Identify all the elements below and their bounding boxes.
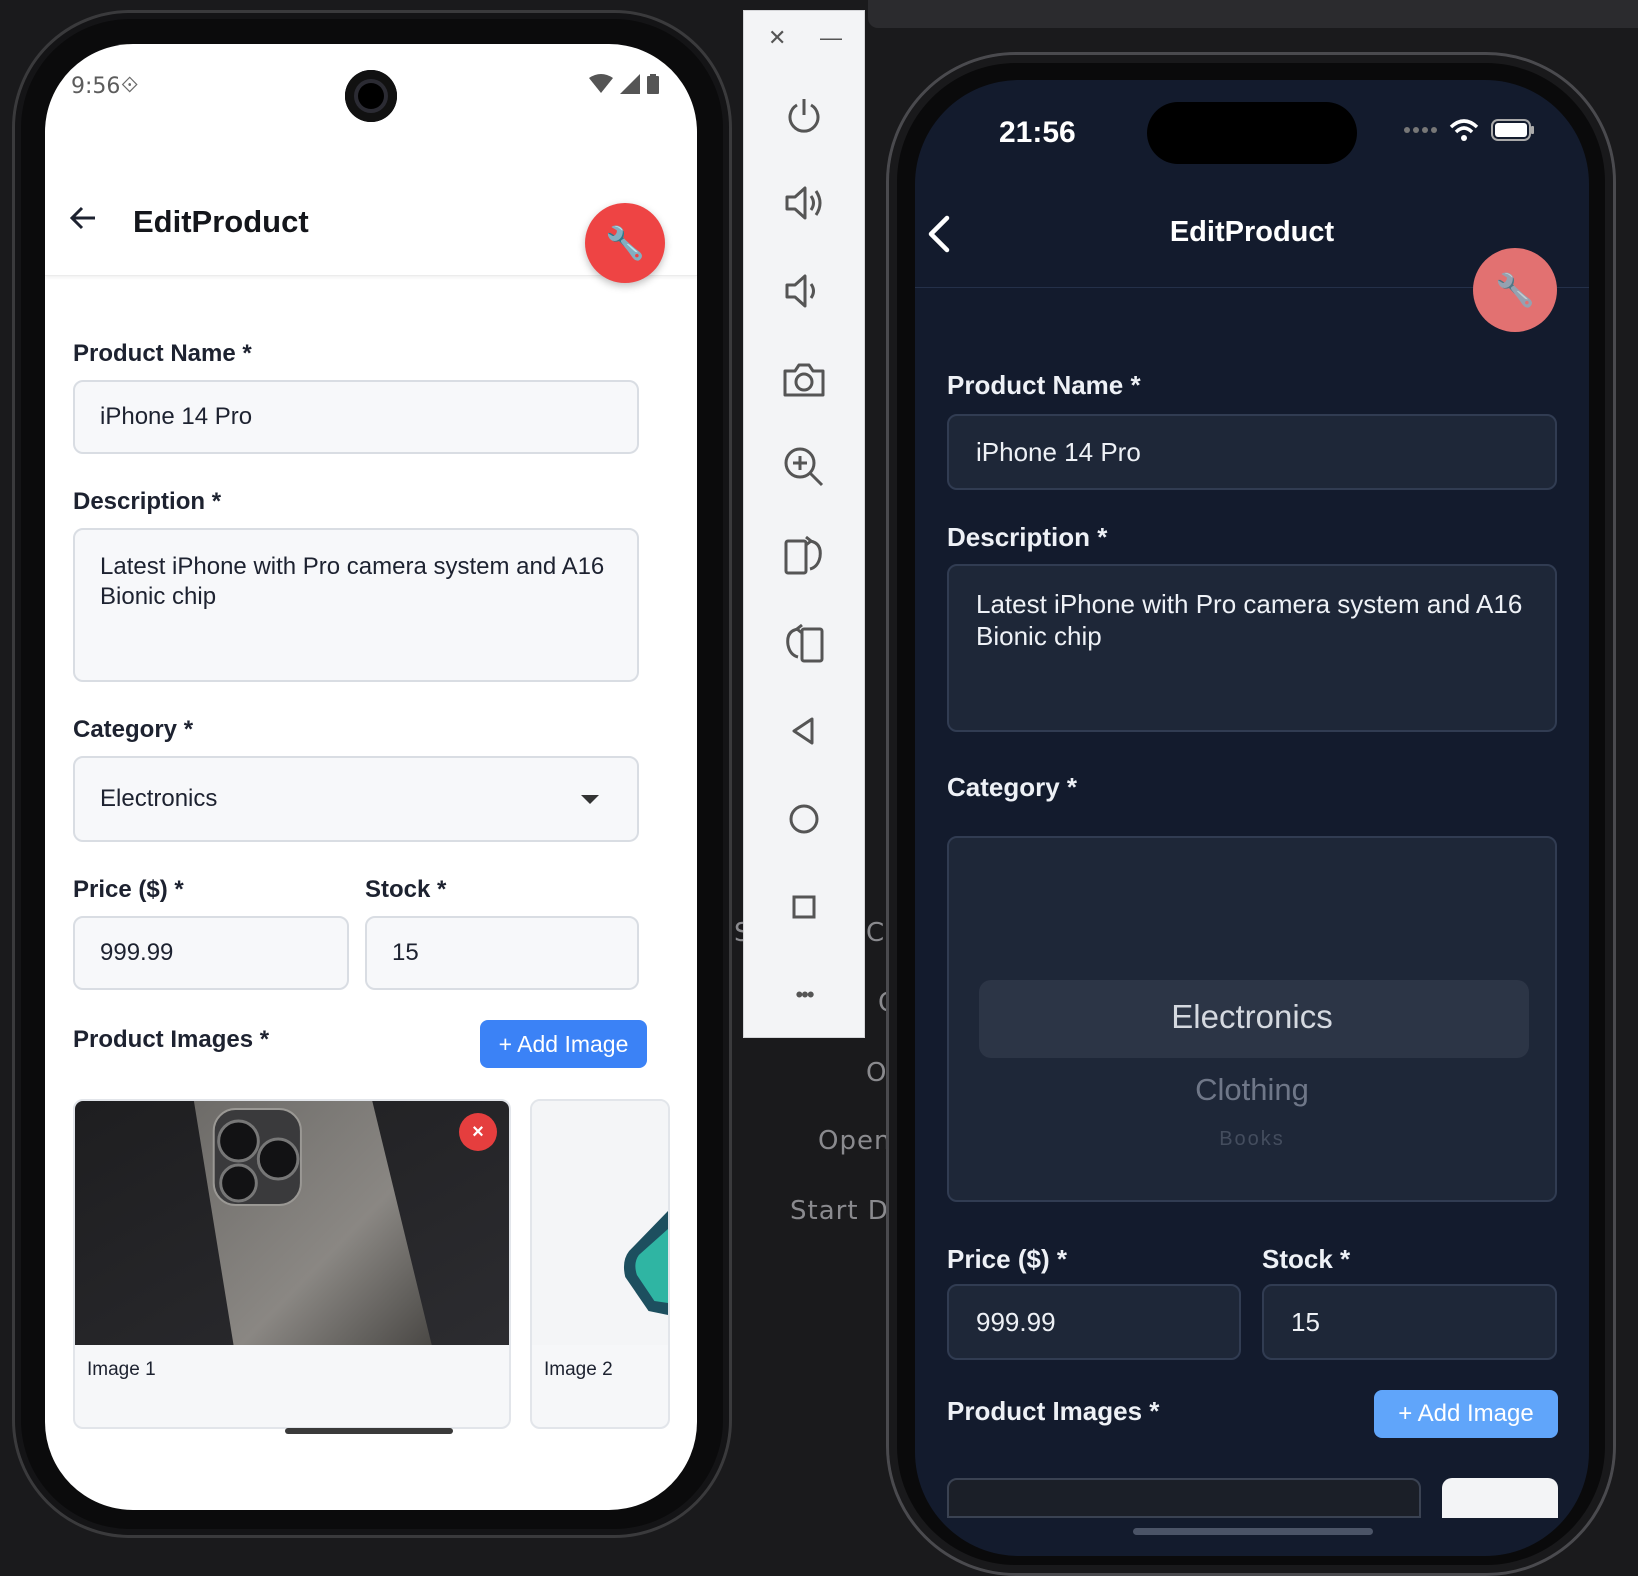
wifi-icon: [589, 74, 613, 93]
wrench-fab-button[interactable]: 🔧: [1473, 248, 1557, 332]
add-image-button[interactable]: + Add Image: [480, 1020, 647, 1068]
page-title: EditProduct: [133, 204, 309, 239]
description-textarea[interactable]: Latest iPhone with Pro camera system and…: [947, 564, 1557, 732]
volume-up-icon[interactable]: [778, 177, 830, 229]
back-arrow-icon[interactable]: [69, 204, 97, 237]
signal-dots-icon: [1404, 127, 1437, 133]
status-icons: [1403, 118, 1535, 142]
image-card: [1442, 1478, 1558, 1518]
image-label: Image 2: [544, 1359, 613, 1380]
background-text: Open: [818, 1126, 892, 1156]
more-icon[interactable]: •••: [778, 969, 830, 1021]
dynamic-island: [1147, 102, 1357, 164]
home-icon[interactable]: [778, 793, 830, 845]
status-time: 21:56: [999, 116, 1076, 149]
category-selected-value: Electronics: [100, 785, 218, 812]
price-input[interactable]: 999.99: [73, 916, 349, 990]
close-icon[interactable]: ✕: [768, 25, 786, 51]
price-label: Price ($) *: [947, 1244, 1067, 1274]
category-label: Category *: [73, 716, 194, 743]
android-status-bar: 9:56 ⟐: [45, 44, 697, 132]
background-text: O: [866, 1058, 888, 1088]
wifi-icon: [1449, 119, 1479, 141]
camera-icon[interactable]: [778, 353, 830, 405]
product-images-label: Product Images *: [947, 1396, 1160, 1426]
description-label: Description *: [947, 522, 1108, 552]
overview-icon[interactable]: [778, 881, 830, 933]
rotate-left-icon[interactable]: [778, 529, 830, 581]
stock-label: Stock *: [365, 876, 447, 903]
category-label: Category *: [947, 772, 1078, 802]
price-label: Price ($) *: [73, 876, 184, 903]
picker-option[interactable]: Clothing: [949, 1072, 1555, 1108]
rotate-right-icon[interactable]: [778, 617, 830, 669]
picker-option-selected[interactable]: Electronics: [949, 998, 1555, 1036]
add-image-button[interactable]: + Add Image: [1374, 1390, 1558, 1438]
image-label: Image 1: [87, 1359, 156, 1380]
product-name-input[interactable]: iPhone 14 Pro: [947, 414, 1557, 490]
image-card: Image 2: [530, 1099, 670, 1429]
product-photo-phone-screen: [532, 1101, 668, 1345]
wrench-fab-button[interactable]: 🔧: [585, 203, 665, 283]
ios-screen: 21:56 EditProduct 🔧 Product Name * iPhon…: [915, 80, 1589, 1556]
picker-option[interactable]: Books: [949, 1128, 1555, 1151]
category-select[interactable]: Electronics: [73, 756, 639, 842]
wrench-icon: 🔧: [1495, 272, 1535, 308]
stock-label: Stock *: [1262, 1244, 1351, 1274]
product-name-input[interactable]: iPhone 14 Pro: [73, 380, 639, 454]
zoom-in-icon[interactable]: [778, 441, 830, 493]
more-label: •••: [795, 982, 814, 1007]
stock-input[interactable]: 15: [365, 916, 639, 990]
power-icon[interactable]: [778, 89, 830, 141]
remove-image-button[interactable]: ×: [459, 1113, 497, 1151]
status-time: 9:56: [71, 74, 121, 99]
back-icon[interactable]: [778, 705, 830, 757]
wrench-icon: 🔧: [605, 225, 645, 261]
battery-icon: [1491, 119, 1534, 141]
description-textarea[interactable]: Latest iPhone with Pro camera system and…: [73, 528, 639, 682]
product-name-label: Product Name *: [947, 370, 1141, 400]
status-icons: [589, 74, 659, 94]
gesture-home-bar[interactable]: [285, 1428, 453, 1434]
product-images-label: Product Images *: [73, 1026, 270, 1053]
background-window-bar: [868, 0, 1638, 28]
image-card: × Image 1: [73, 1099, 511, 1429]
volume-down-icon[interactable]: [778, 265, 830, 317]
battery-icon: [647, 74, 659, 94]
home-indicator[interactable]: [1133, 1528, 1373, 1535]
price-input[interactable]: 999.99: [947, 1284, 1241, 1360]
image-card: [947, 1478, 1421, 1518]
stock-input[interactable]: 15: [1262, 1284, 1557, 1360]
android-screen: 9:56 ⟐ EditProduct 🔧 Product Name * iPho…: [45, 44, 697, 1510]
front-camera-icon: [345, 70, 397, 122]
signal-icon: [620, 74, 640, 94]
page-title: EditProduct: [1169, 216, 1335, 248]
settings-diamond-icon: ⟐: [121, 72, 139, 97]
product-name-label: Product Name *: [73, 340, 252, 367]
emulator-toolbar: ✕ — •••: [743, 10, 865, 1038]
minimize-icon[interactable]: —: [820, 25, 842, 51]
category-picker-wheel[interactable]: Electronics Clothing Books: [947, 836, 1557, 1202]
chevron-down-icon: [581, 795, 599, 804]
description-label: Description *: [73, 488, 222, 515]
product-photo-iphone: [75, 1101, 509, 1345]
